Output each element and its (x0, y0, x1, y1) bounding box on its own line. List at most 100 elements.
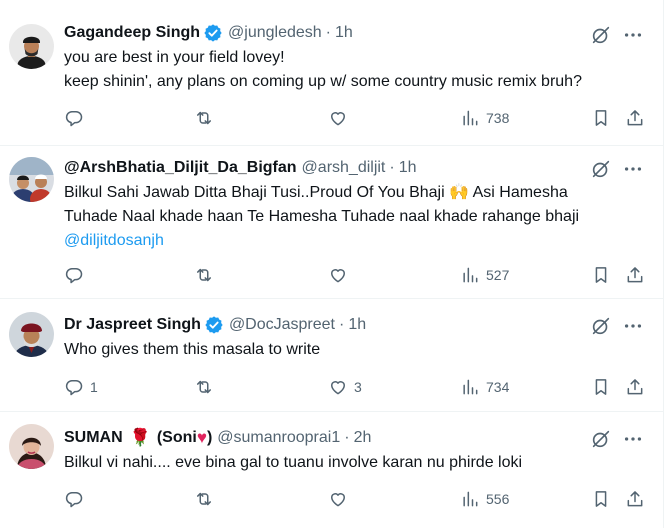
display-name[interactable]: Dr Jaspreet Singh (64, 315, 201, 335)
username[interactable]: @arsh_diljit (302, 158, 386, 178)
tweet-header: @ArshBhatia_Diljit_Da_Bigfan @arsh_dilji… (64, 158, 652, 178)
like-button[interactable] (328, 264, 354, 286)
bookmark-button[interactable] (591, 264, 611, 286)
display-name[interactable]: @ArshBhatia_Diljit_Da_Bigfan (64, 158, 297, 178)
bookmark-button[interactable] (591, 376, 611, 398)
like-button[interactable]: 3 (328, 376, 362, 398)
timestamp[interactable]: 1h (335, 23, 353, 43)
separator-dot: · (325, 24, 331, 41)
more-options-icon[interactable] (622, 428, 644, 450)
display-name[interactable]: Gagandeep Singh (64, 23, 200, 43)
view-count: 527 (486, 267, 510, 283)
bookmark-button[interactable] (591, 488, 611, 510)
share-icon (625, 489, 645, 509)
avatar[interactable] (9, 424, 54, 469)
heart-icon (328, 108, 348, 128)
views-button[interactable]: 527 (460, 264, 509, 286)
retweet-button[interactable] (194, 488, 220, 510)
share-button[interactable] (625, 107, 645, 129)
view-count: 738 (486, 110, 510, 126)
share-button[interactable] (625, 488, 645, 510)
reply-tweet[interactable]: SUMAN 🌹 (Soni ♥ ) @sumanrooprai1 · 2h Bi… (0, 413, 664, 528)
action-bar: 1 3 734 (64, 376, 652, 398)
heart-emoji: ♥ (196, 428, 207, 447)
tweet-header: Gagandeep Singh @jungledesh · 1h (64, 23, 652, 43)
tweet-text-line: Bilkul vi nahi.... eve bina gal to tuanu… (64, 454, 523, 471)
reply-button[interactable] (64, 107, 90, 129)
grok-icon[interactable] (590, 158, 612, 180)
grok-icon[interactable] (590, 315, 612, 337)
view-count: 734 (486, 379, 510, 395)
retweet-button[interactable] (194, 376, 220, 398)
separator-dot: · (339, 316, 345, 333)
bookmark-button[interactable] (591, 107, 611, 129)
heart-icon (328, 489, 348, 509)
display-name[interactable]: SUMAN (64, 428, 123, 448)
like-button[interactable] (328, 107, 354, 129)
view-count: 556 (486, 491, 510, 507)
tweet-text-line: Tuhade Naal khade haan Te Hamesha Tuhade… (64, 208, 580, 225)
grok-icon[interactable] (590, 24, 612, 46)
tweet-text-line: Who gives them this masala to write (64, 341, 321, 358)
reply-icon (64, 377, 84, 397)
timestamp[interactable]: 1h (348, 315, 366, 335)
retweet-icon (194, 377, 214, 397)
views-icon (460, 108, 480, 128)
verified-badge-icon (203, 23, 223, 43)
timestamp[interactable]: 1h (399, 158, 417, 178)
share-button[interactable] (625, 264, 645, 286)
username[interactable]: @jungledesh (228, 23, 322, 43)
avatar[interactable] (9, 157, 54, 202)
avatar[interactable] (9, 24, 54, 69)
share-button[interactable] (625, 376, 645, 398)
more-options-icon[interactable] (622, 158, 644, 180)
heart-icon (328, 265, 348, 285)
tweet-text-line: Bilkul Sahi Jawab Ditta Bhaji Tusi..Prou… (64, 184, 568, 201)
avatar[interactable] (9, 312, 54, 357)
reply-tweet[interactable]: @ArshBhatia_Diljit_Da_Bigfan @arsh_dilji… (0, 147, 663, 299)
more-options-icon[interactable] (622, 24, 644, 46)
bookmark-icon (591, 489, 611, 509)
share-icon (625, 377, 645, 397)
share-icon (625, 265, 645, 285)
reply-count: 1 (90, 379, 98, 395)
rose-emoji: 🌹 (129, 428, 151, 447)
like-button[interactable] (328, 488, 354, 510)
reply-tweet[interactable]: Dr Jaspreet Singh @DocJaspreet · 1h Who … (0, 300, 663, 412)
reply-tweet[interactable]: Gagandeep Singh @jungledesh · 1h you are… (0, 0, 663, 146)
retweet-button[interactable] (194, 107, 220, 129)
views-button[interactable]: 734 (460, 376, 509, 398)
retweet-button[interactable] (194, 264, 220, 286)
reply-button[interactable]: 1 (64, 376, 98, 398)
action-bar: 556 (64, 488, 652, 510)
bookmark-icon (591, 265, 611, 285)
like-count: 3 (354, 379, 362, 395)
verified-badge-icon (204, 315, 224, 335)
username[interactable]: @sumanrooprai1 (217, 428, 340, 448)
separator-dot: · (344, 429, 350, 446)
views-button[interactable]: 738 (460, 107, 509, 129)
action-bar: 738 (64, 107, 652, 129)
grok-icon[interactable] (590, 428, 612, 450)
retweet-icon (194, 108, 214, 128)
mention-link[interactable]: @diljitdosanjh (64, 229, 652, 253)
tweet-header: Dr Jaspreet Singh @DocJaspreet · 1h (64, 315, 652, 335)
bookmark-icon (591, 377, 611, 397)
reply-button[interactable] (64, 488, 90, 510)
retweet-icon (194, 489, 214, 509)
more-options-icon[interactable] (622, 315, 644, 337)
separator-dot: · (389, 159, 395, 176)
share-icon (625, 108, 645, 128)
reply-icon (64, 108, 84, 128)
username[interactable]: @DocJaspreet (229, 315, 335, 335)
action-bar: 527 (64, 264, 652, 286)
tweet-header: SUMAN 🌹 (Soni ♥ ) @sumanrooprai1 · 2h (64, 428, 652, 448)
timestamp[interactable]: 2h (354, 428, 372, 448)
replies-feed: Gagandeep Singh @jungledesh · 1h you are… (0, 0, 664, 528)
views-button[interactable]: 556 (460, 488, 509, 510)
views-icon (460, 265, 480, 285)
display-name-suffix: (Soni (156, 429, 197, 446)
reply-button[interactable] (64, 264, 90, 286)
reply-icon (64, 265, 84, 285)
display-name-suffix-close: ) (206, 429, 213, 446)
